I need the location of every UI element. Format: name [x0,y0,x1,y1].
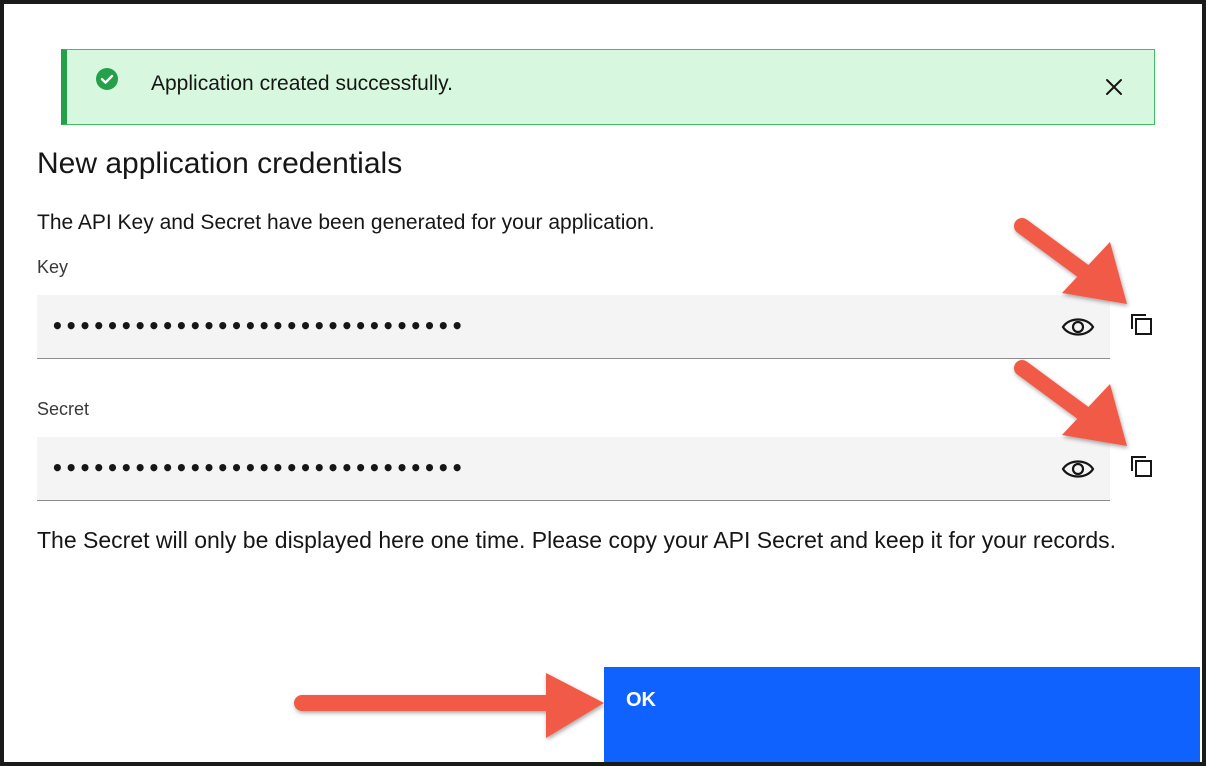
key-label: Key [37,257,69,277]
key-field[interactable]: •••••••••••••••••••••••••••••• [37,295,1110,359]
view-eye-icon[interactable] [1061,455,1095,483]
checkmark-filled-icon [96,68,118,90]
notification-message: Application created successfully. [151,72,453,95]
copy-secret-icon[interactable] [1127,452,1157,482]
secret-field[interactable]: •••••••••••••••••••••••••••••• [37,437,1110,501]
success-notification: Application created successfully. [61,49,1155,125]
secret-value[interactable]: •••••••••••••••••••••••••••••• [51,456,465,480]
ok-button-label: OK [626,689,656,711]
view-eye-icon[interactable] [1061,313,1095,341]
copy-key-icon[interactable] [1127,310,1157,340]
dialog-description: The API Key and Secret have been generat… [37,211,655,234]
dialog-window: Application created successfully. New ap… [0,0,1206,766]
dialog-title: New application credentials [37,147,403,180]
secret-warning-note: The Secret will only be displayed here o… [37,527,1117,553]
key-value[interactable]: •••••••••••••••••••••••••••••• [51,314,465,338]
close-icon[interactable] [1103,76,1125,98]
ok-button[interactable]: OK [604,667,1200,762]
secret-label: Secret [37,399,90,419]
